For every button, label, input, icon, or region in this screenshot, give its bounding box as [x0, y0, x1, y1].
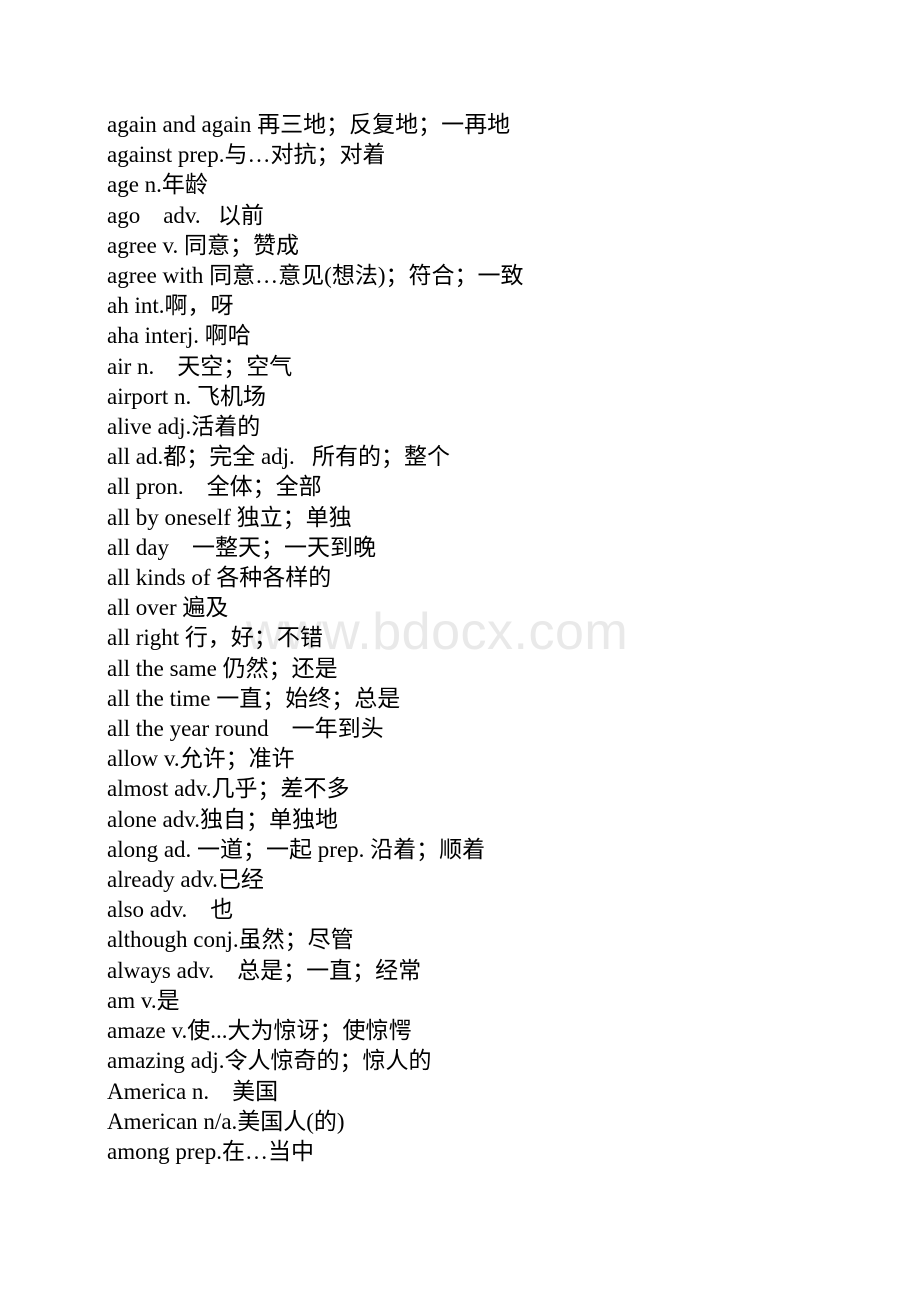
document-page: www.bdocx.com again and again 再三地；反复地；一再… [0, 0, 920, 1302]
glossary-entry: amazing adj.令人惊奇的；惊人的 [107, 1048, 432, 1074]
glossary-entry: all kinds of 各种各样的 [107, 565, 332, 591]
glossary-entry: already adv.已经 [107, 867, 264, 893]
glossary-entry: ago adv. 以前 [107, 202, 264, 228]
glossary-entry: all the time 一直；始终；总是 [107, 685, 401, 711]
glossary-entry: almost adv.几乎；差不多 [107, 776, 350, 802]
glossary-entry: always adv. 总是；一直；经常 [107, 957, 422, 983]
glossary-entry: alone adv.独自；单独地 [107, 806, 339, 832]
glossary-entry: all day 一整天；一天到晚 [107, 534, 376, 560]
glossary-entry: all ad.都；完全 adj. 所有的；整个 [107, 444, 451, 470]
glossary-entry: airport n. 飞机场 [107, 383, 267, 409]
glossary-entry: alive adj.活着的 [107, 414, 261, 440]
glossary-entry: among prep.在…当中 [107, 1138, 314, 1164]
glossary-entry: all by oneself 独立；单独 [107, 504, 352, 530]
glossary-entry: again and again 再三地；反复地；一再地 [107, 112, 511, 137]
glossary-entry: am v.是 [107, 987, 180, 1013]
glossary-entry: ah int.啊，呀 [107, 293, 234, 319]
glossary-entry: all the same 仍然；还是 [107, 655, 338, 681]
glossary-entry: aha interj. 啊哈 [107, 323, 251, 349]
glossary-entry: all over 遍及 [107, 595, 229, 621]
glossary-entry: also adv. 也 [107, 897, 234, 923]
glossary-entry: amaze v.使...大为惊讶；使惊愕 [107, 1018, 412, 1044]
glossary-entry: against prep.与…对抗；对着 [107, 142, 386, 168]
glossary-entry: allow v.允许；准许 [107, 746, 295, 772]
glossary-entry: America n. 美国 [107, 1078, 279, 1104]
glossary-entry: age n.年龄 [107, 172, 208, 198]
glossary-entry: agree with 同意…意见(想法)；符合；一致 [107, 263, 524, 289]
glossary-entry: American n/a.美国人(的) [107, 1108, 345, 1134]
glossary-entry: all right 行，好；不错 [107, 625, 323, 651]
glossary-entry: agree v. 同意；赞成 [107, 232, 300, 258]
glossary-entry: along ad. 一道；一起 prep. 沿着；顺着 [107, 836, 486, 862]
glossary-entry: all pron. 全体；全部 [107, 474, 322, 500]
glossary-entry: air n. 天空；空气 [107, 353, 293, 379]
glossary-list: again and again 再三地；反复地；一再地 against prep.… [107, 110, 807, 1167]
glossary-entry: although conj.虽然；尽管 [107, 927, 354, 953]
glossary-entry: all the year round 一年到头 [107, 716, 384, 742]
